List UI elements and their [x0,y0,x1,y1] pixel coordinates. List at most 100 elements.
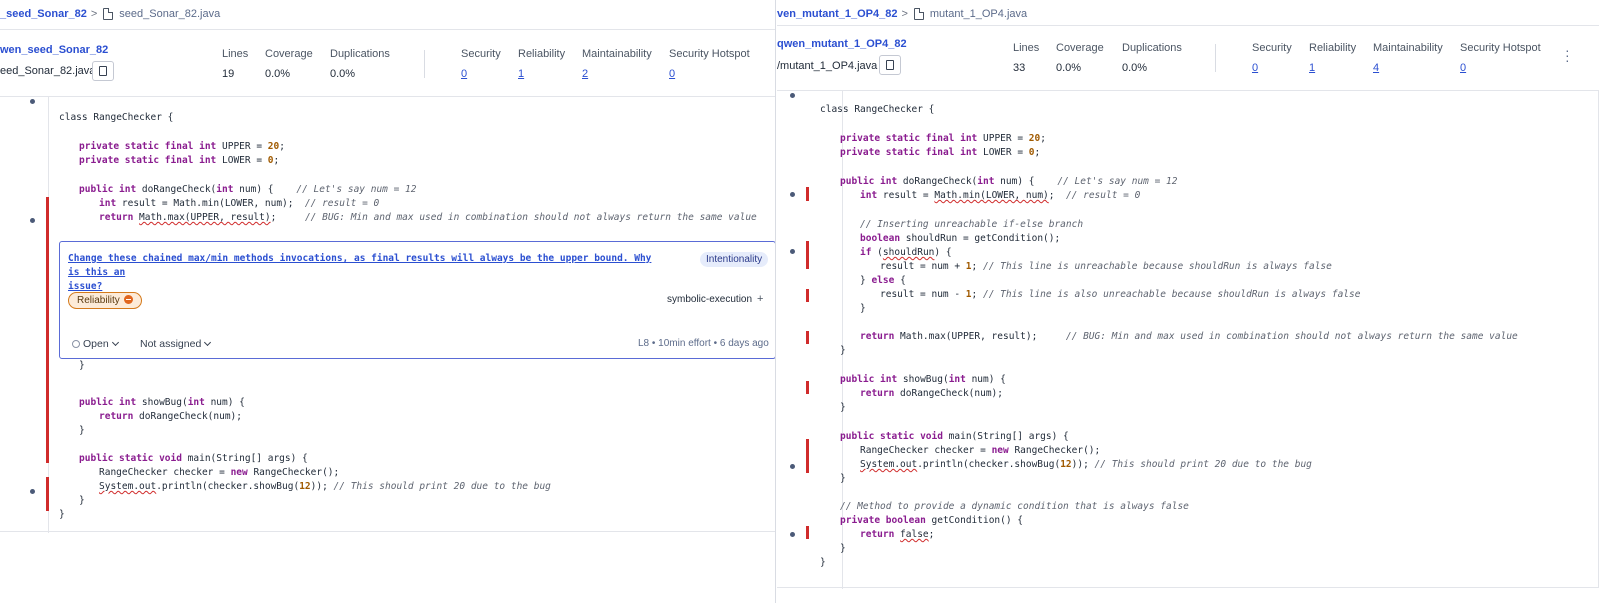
code-token: 12 [299,481,311,492]
issue-message-link[interactable]: Change these chained max/min methods inv… [68,252,668,294]
code-token: int [948,374,966,385]
code-token: System.out [99,481,157,492]
code-token: num) { [233,184,297,195]
clean-code-attribute-badge[interactable]: Intentionality [700,252,769,267]
breadcrumb-file-link[interactable]: seed_Sonar_82.java [119,8,220,20]
code-token: ; [1040,133,1046,144]
issue-location-marker[interactable] [806,241,809,269]
issue-location-marker[interactable] [806,331,809,344]
code-token: ; [971,261,983,272]
copy-icon [96,66,107,81]
metric-security: Security 0 [1252,42,1292,74]
metric-reliability: Reliability 1 [1309,42,1356,74]
metric-security: Security 0 [461,48,501,80]
breadcrumb-project-link[interactable]: _seed_Sonar_82 [0,8,87,20]
metric-lines: Lines 33 [1013,42,1039,74]
code-token: Math.min(LOWER, num) [934,190,1049,201]
code-token: .println(checker.showBug( [156,481,300,492]
add-tag-button[interactable]: + [757,293,763,305]
code-token: boolean [860,233,901,244]
metric-security-label: Security [1252,42,1292,54]
metric-reliability-link[interactable]: 1 [518,68,524,80]
code-token: .println(checker.showBug( [917,459,1061,470]
header-divider [777,25,1599,26]
code-token: num) { [994,176,1058,187]
metric-hotspot-label: Security Hotspot [1460,42,1541,54]
metric-coverage-label: Coverage [1056,42,1104,54]
code-token: 12 [1060,459,1072,470]
code-token: public static void [840,431,949,442]
metric-duplications-label: Duplications [1122,42,1182,54]
code-token: )); [310,481,334,492]
metric-security-link[interactable]: 0 [1252,62,1258,74]
status-open-icon [72,340,80,348]
issue-dot-icon[interactable] [30,489,35,494]
metric-security-link[interactable]: 0 [461,68,467,80]
issue-assignee-dropdown[interactable]: Not assigned [140,338,212,350]
issue-dot-icon[interactable] [790,464,795,469]
metric-lines-value: 33 [1013,62,1026,74]
code-token: public int [79,184,142,195]
issue-dot-icon[interactable] [790,532,795,537]
code-token: 20 [1028,133,1041,144]
issue-tag[interactable]: symbolic-execution [667,294,752,305]
code-token: return [99,212,140,223]
project-name-link[interactable]: wen_seed_Sonar_82 [0,44,108,56]
code-line: } [79,494,85,508]
metric-maintainability-link[interactable]: 2 [582,68,588,80]
issue-dot-icon[interactable] [790,192,795,197]
code-token: num) { [965,374,1006,385]
breadcrumb-file-link[interactable]: mutant_1_OP4.java [930,8,1027,20]
metric-duplications-label: Duplications [330,48,390,60]
metric-security-hotspot: Security Hotspot 0 [669,48,750,80]
issue-dot-icon[interactable] [790,249,795,254]
issue-location-marker[interactable] [806,187,809,201]
breadcrumb-project-link[interactable]: ven_mutant_1_OP4_82 [777,8,897,20]
issue-dot-icon[interactable] [30,99,35,104]
file-icon [103,8,114,20]
metric-reliability-link[interactable]: 1 [1309,62,1315,74]
metric-maintainability: Maintainability 4 [1373,42,1443,74]
metric-hotspot-link[interactable]: 0 [669,68,675,80]
code-token: result = [877,190,935,201]
issue-location-marker[interactable] [46,415,49,429]
issue-status-dropdown[interactable]: Open [72,338,119,350]
issue-dot-icon[interactable] [30,218,35,223]
metric-lines: Lines 19 [222,48,248,80]
issue-location-marker[interactable] [806,289,809,302]
code-token: // This should print 20 due to the bug [333,481,551,492]
issue-location-marker[interactable] [806,526,809,539]
metric-hotspot-link[interactable]: 0 [1460,62,1466,74]
metric-duplications-value: 0.0% [330,68,356,80]
code-line: result = num - 1; // This line is also u… [880,288,1360,302]
code-line: public static void main(String[] args) { [840,430,1069,444]
code-line: class RangeChecker { [59,111,173,125]
code-token: return [860,388,901,399]
copy-path-button[interactable] [92,61,114,81]
project-name-link[interactable]: qwen_mutant_1_OP4_82 [777,38,907,50]
breadcrumb-separator: > [901,8,908,20]
issue-location-marker[interactable] [806,381,809,394]
left-file-pane: _seed_Sonar_82 > seed_Sonar_82.java wen_… [0,0,776,603]
issue-location-marker[interactable] [46,477,49,511]
metric-security-hotspot: Security Hotspot 0 [1460,42,1541,74]
issue-dot-icon[interactable] [790,93,795,98]
metric-maintainability-link[interactable]: 4 [1373,62,1379,74]
severity-medium-icon [123,295,133,304]
code-line: } [840,542,846,556]
quality-impact-badge[interactable]: Reliability [68,292,142,309]
code-token: private boolean [840,515,932,526]
code-token: ; [971,289,983,300]
code-line: return Math.max(UPPER, result); // BUG: … [860,330,1518,344]
metric-coverage-value: 0.0% [265,68,291,80]
copy-path-button[interactable] [879,55,901,75]
file-path: /mutant_1_OP4.java [777,60,878,72]
code-token: public int [840,176,903,187]
code-token: public static void [79,453,188,464]
kebab-menu-icon[interactable]: · · · [1565,43,1570,67]
issue-location-marker[interactable] [806,439,809,473]
code-line: public static void main(String[] args) { [79,452,308,466]
code-token: class RangeChecker { [820,104,935,115]
metric-coverage: Coverage 0.0% [1056,42,1104,74]
code-token: UPPER = [222,141,268,152]
